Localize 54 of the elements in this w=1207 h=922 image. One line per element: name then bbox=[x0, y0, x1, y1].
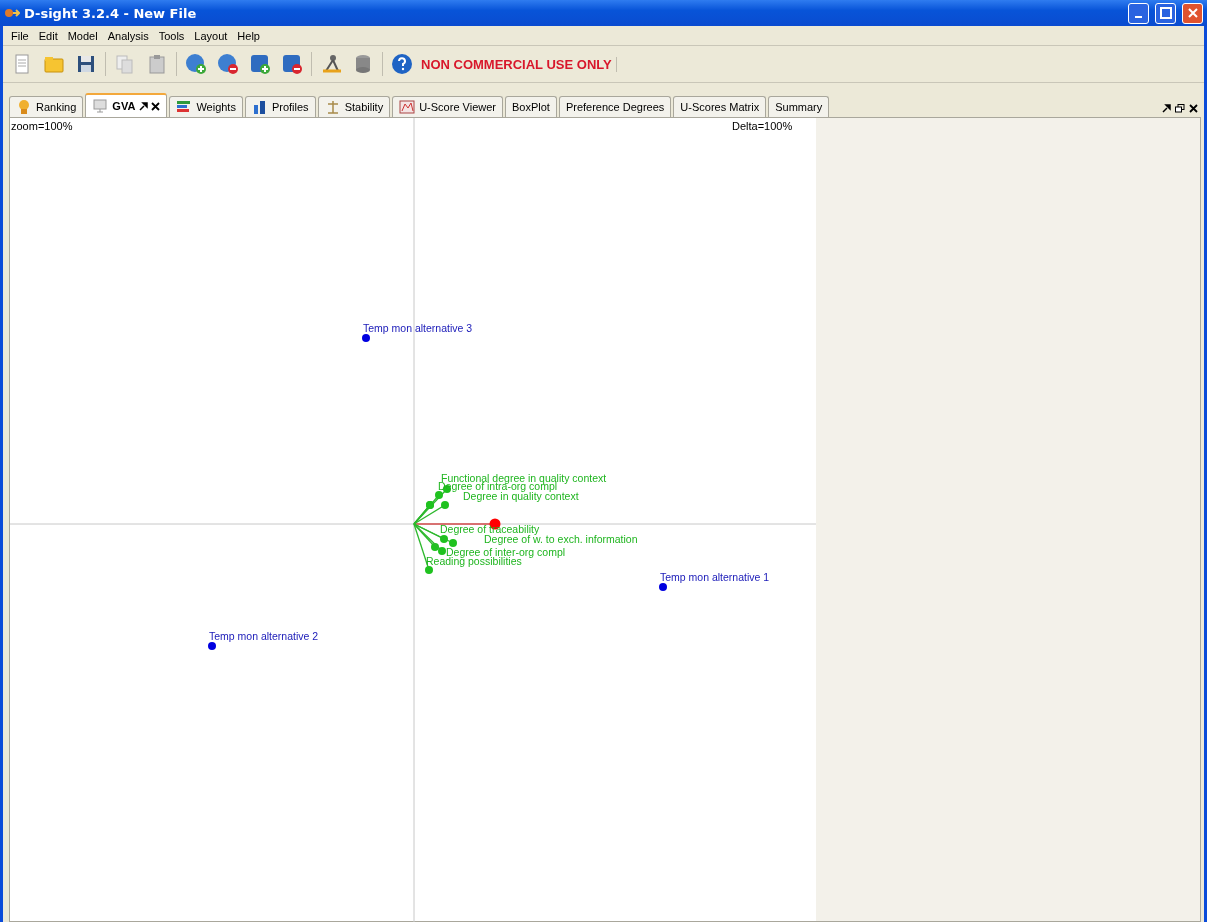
bar-chart-icon bbox=[251, 99, 268, 115]
save-icon bbox=[75, 53, 97, 75]
toolbar-button[interactable] bbox=[183, 51, 209, 77]
close-tab-icon[interactable] bbox=[151, 101, 161, 111]
close-icon bbox=[1186, 7, 1199, 19]
menu-item[interactable]: Tools bbox=[154, 29, 189, 42]
menu-item[interactable]: Model bbox=[63, 29, 102, 42]
alternative-label: Temp mon alternative 2 bbox=[209, 630, 319, 642]
line-chart-icon bbox=[399, 99, 416, 115]
close-icon[interactable] bbox=[1189, 104, 1198, 113]
app-icon bbox=[4, 6, 20, 20]
criterion-label: Degree of inter-org compl bbox=[446, 546, 566, 558]
add-square-icon bbox=[249, 53, 271, 75]
toolbar-button[interactable] bbox=[389, 51, 415, 77]
toolbar-button[interactable] bbox=[215, 51, 241, 77]
menu-item[interactable]: File bbox=[7, 29, 33, 42]
tab[interactable]: Profiles bbox=[244, 96, 316, 117]
tab[interactable]: GVA bbox=[85, 93, 168, 117]
monitor-icon bbox=[92, 98, 109, 114]
tab[interactable]: Ranking bbox=[9, 96, 84, 117]
alternative-label: Temp mon alternative 1 bbox=[660, 571, 770, 583]
paste-icon bbox=[146, 53, 168, 75]
tab[interactable]: Stability bbox=[317, 96, 391, 117]
criterion-label: Degree of traceability bbox=[440, 523, 540, 535]
tab[interactable]: Preference Degrees bbox=[558, 96, 672, 117]
pin-icon[interactable] bbox=[1162, 104, 1171, 113]
minimize-icon bbox=[1135, 16, 1142, 18]
window-title: D-sight 3.2.4 - New File bbox=[24, 5, 198, 21]
tab[interactable]: U-Score Viewer bbox=[392, 96, 503, 117]
tab[interactable]: BoxPlot bbox=[505, 96, 557, 117]
compass-icon bbox=[320, 53, 342, 75]
zoom-label: zoom=100% bbox=[11, 120, 73, 132]
close-button[interactable] bbox=[1182, 2, 1203, 24]
copy-icon bbox=[114, 53, 136, 75]
maximize-icon bbox=[1159, 7, 1172, 19]
restore-icon[interactable] bbox=[1175, 104, 1185, 113]
remove-circle-icon bbox=[217, 53, 239, 75]
tab[interactable]: U-Scores Matrix bbox=[673, 96, 767, 117]
help-icon bbox=[391, 53, 413, 75]
license-notice: NON COMMERCIAL USE ONLY bbox=[421, 56, 617, 72]
menu-item[interactable]: Help bbox=[233, 29, 264, 42]
tab[interactable]: Weights bbox=[169, 96, 243, 117]
add-circle-icon bbox=[185, 53, 207, 75]
remove-square-icon bbox=[281, 53, 303, 75]
alternative-label: Temp mon alternative 3 bbox=[363, 322, 473, 334]
menu-item[interactable]: Edit bbox=[34, 29, 62, 42]
tab[interactable]: Summary bbox=[768, 96, 830, 117]
delta-label: Delta=100% bbox=[732, 120, 793, 132]
maximize-button[interactable] bbox=[1155, 2, 1176, 24]
pin-icon[interactable] bbox=[139, 101, 149, 111]
menu-item[interactable]: Analysis bbox=[103, 29, 153, 42]
menu-item[interactable]: Layout bbox=[190, 29, 232, 42]
minimize-button[interactable] bbox=[1128, 2, 1149, 24]
bars-icon bbox=[176, 99, 193, 115]
